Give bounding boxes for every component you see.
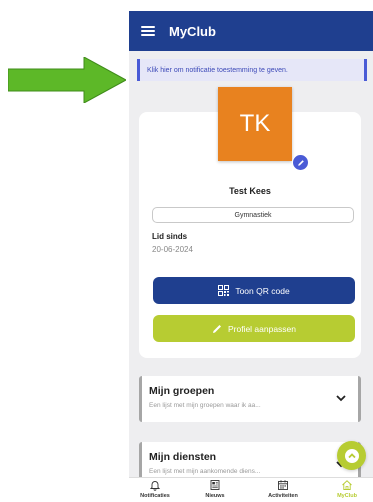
profile-name: Test Kees <box>229 186 271 196</box>
newspaper-icon <box>210 480 220 490</box>
section-subtitle: Een lijst met mijn groepen waar ik aa... <box>149 402 261 409</box>
chevron-down-icon[interactable] <box>334 391 348 405</box>
avatar-edit-button[interactable] <box>292 154 309 171</box>
bell-icon <box>149 481 161 491</box>
nav-myclub[interactable]: MyClub <box>321 479 373 502</box>
profile-card: TK Test Kees Gymnastiek Lid sinds 20-06-… <box>139 87 361 358</box>
nav-activiteiten[interactable]: Activiteiten <box>257 479 309 502</box>
member-since-label: Lid sinds <box>152 232 188 241</box>
calendar-icon <box>278 480 288 490</box>
notification-banner-text: Klik hier om notificatie toestemming te … <box>147 66 288 74</box>
member-since-date: 20-06-2024 <box>152 245 193 254</box>
scroll-up-button[interactable] <box>337 441 366 470</box>
app-screen: MyClub Klik hier om notificatie toestemm… <box>129 11 373 502</box>
app-title: MyClub <box>169 23 216 39</box>
qr-code-icon <box>218 285 230 296</box>
edit-button-label: Profiel aanpassen <box>227 323 297 334</box>
qr-button-label: Toon QR code <box>235 285 290 296</box>
home-icon <box>342 480 352 490</box>
top-app-bar: MyClub <box>129 11 373 51</box>
nav-label: Nieuws <box>205 493 225 499</box>
notification-permission-banner[interactable]: Klik hier om notificatie toestemming te … <box>137 59 367 81</box>
section-title: Mijn groepen <box>149 385 215 397</box>
activity-badge: Gymnastiek <box>152 207 354 223</box>
nav-notificaties[interactable]: Notificaties <box>129 479 181 502</box>
my-groups-section[interactable]: Mijn groepen Een lijst met mijn groepen … <box>139 376 361 422</box>
nav-nieuws[interactable]: Nieuws <box>189 479 241 502</box>
menu-icon[interactable] <box>141 26 155 36</box>
nav-label: Activiteiten <box>268 493 298 499</box>
nav-label: MyClub <box>337 493 357 499</box>
avatar-initials: TK <box>239 110 271 137</box>
nav-label: Notificaties <box>140 493 170 499</box>
section-subtitle: Een lijst met mijn aankomende diens... <box>149 468 261 475</box>
section-title: Mijn diensten <box>149 451 217 463</box>
avatar: TK <box>218 87 292 161</box>
chevron-up-circle-icon <box>344 448 359 463</box>
activity-label: Gymnastiek <box>234 211 272 219</box>
show-qr-code-button[interactable]: Toon QR code <box>153 277 355 304</box>
pencil-icon <box>212 324 221 333</box>
bottom-navigation: Notificaties Nieuws Activiteiten MyClub <box>129 477 373 502</box>
annotation-arrow-icon <box>8 57 126 103</box>
edit-profile-button[interactable]: Profiel aanpassen <box>153 315 355 342</box>
pencil-icon <box>297 159 304 166</box>
